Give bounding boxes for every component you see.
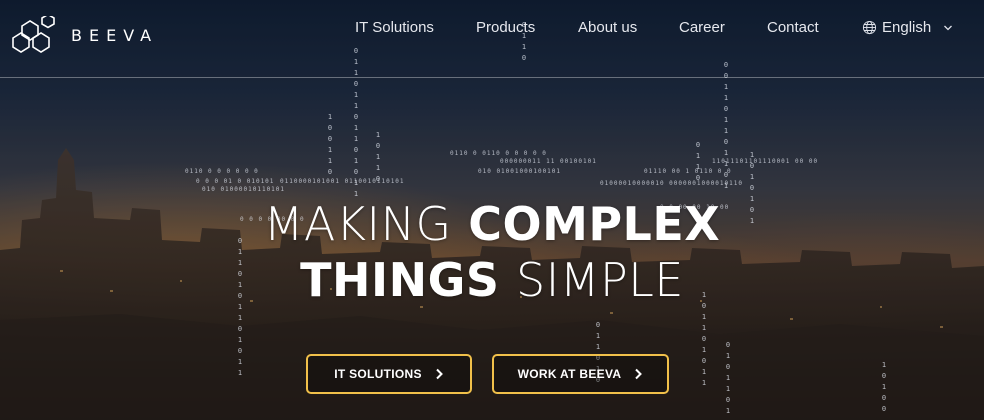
language-label: English (882, 19, 932, 36)
hero-headline: MAKING COMPLEX THINGS SIMPLE (0, 196, 984, 308)
nav-item-about-us[interactable]: About us (578, 19, 637, 36)
nav-item-it-solutions[interactable]: IT Solutions (355, 19, 434, 36)
chevron-right-icon (635, 368, 643, 380)
headline-line-1: MAKING COMPLEX (0, 196, 984, 252)
headline-word-complex: COMPLEX (468, 197, 721, 251)
nav-item-products[interactable]: Products (476, 19, 535, 36)
site-header: BEEVA IT Solutions Products About us Car… (0, 0, 984, 78)
headline-word-making: MAKING (263, 197, 452, 251)
it-solutions-button[interactable]: IT SOLUTIONS (306, 354, 472, 394)
nav-item-contact[interactable]: Contact (767, 19, 819, 36)
language-selector[interactable]: English (862, 19, 955, 36)
work-at-beeva-button-label: WORK AT BEEVA (517, 367, 622, 381)
headline-word-things: THINGS (300, 253, 500, 307)
main-navigation: IT Solutions Products About us Career Co… (0, 19, 984, 39)
headline-word-simple: SIMPLE (516, 253, 684, 307)
chevron-right-icon (436, 368, 443, 380)
work-at-beeva-button[interactable]: WORK AT BEEVA (492, 354, 669, 394)
chevron-down-icon (944, 25, 953, 30)
it-solutions-button-label: IT SOLUTIONS (334, 367, 422, 381)
nav-item-career[interactable]: Career (679, 19, 725, 36)
globe-icon (862, 20, 877, 35)
headline-line-2: THINGS SIMPLE (0, 252, 984, 308)
